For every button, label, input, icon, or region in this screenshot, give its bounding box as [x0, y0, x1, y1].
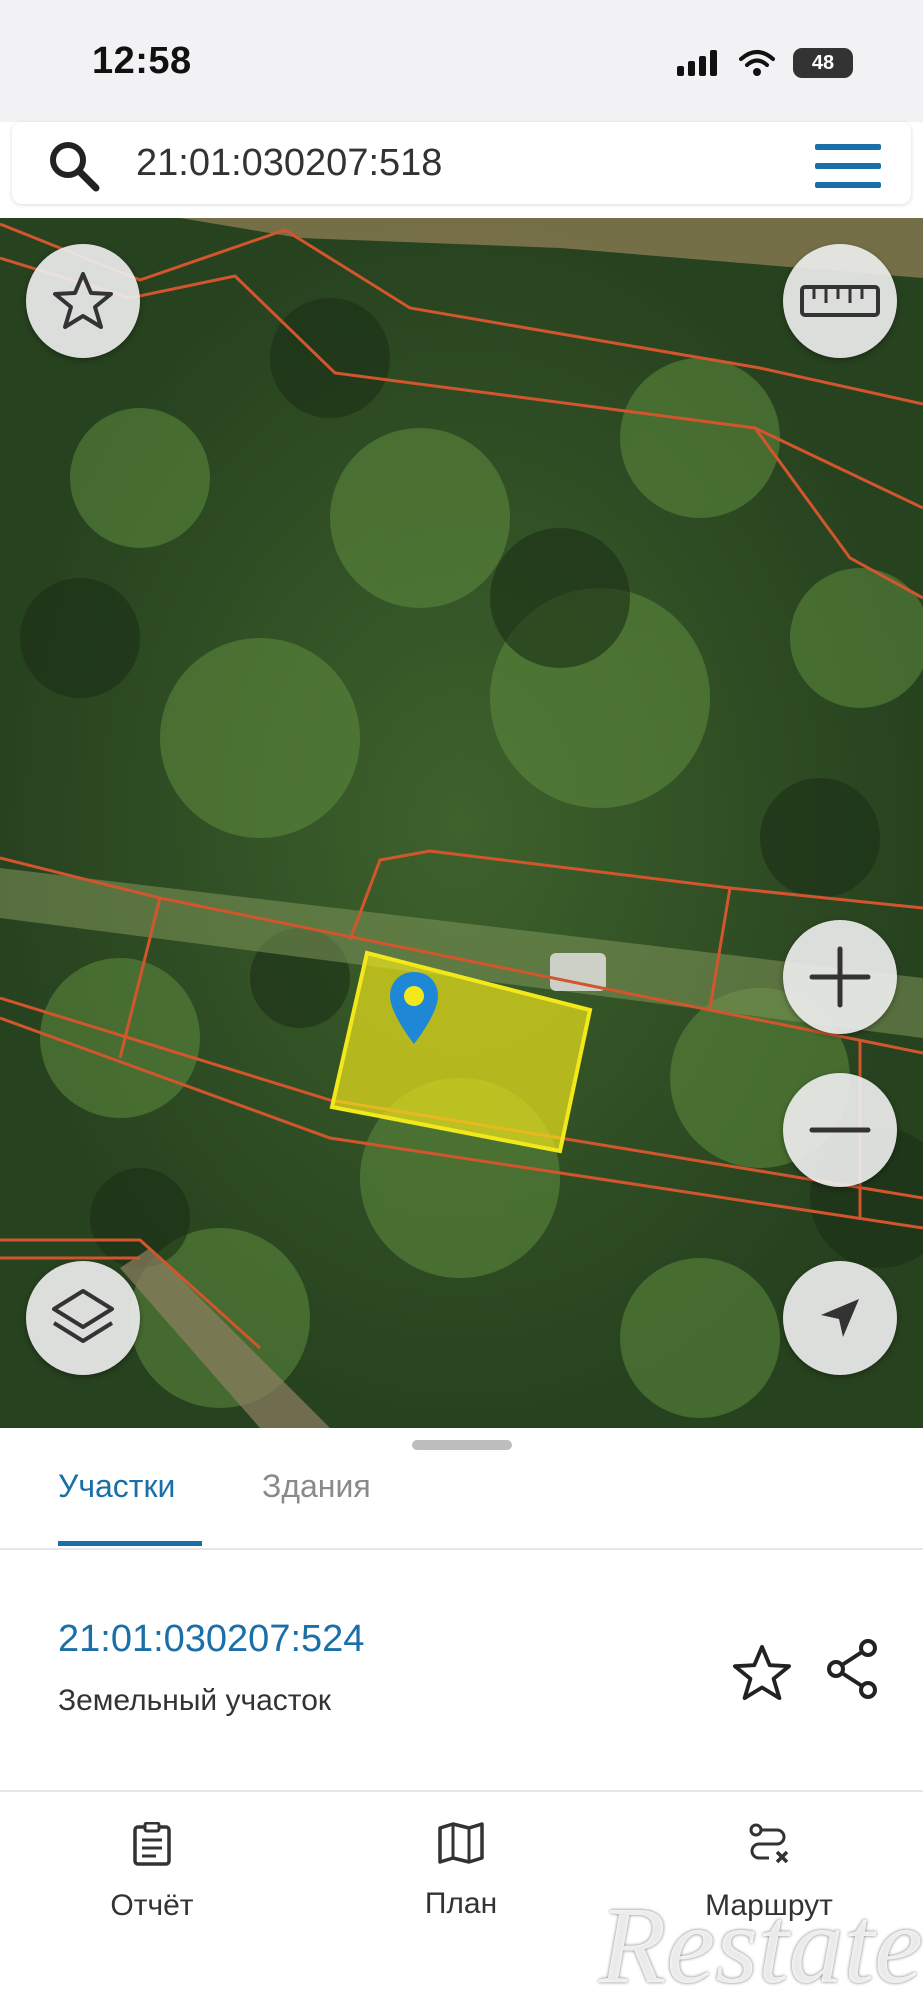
bottom-sheet: Участки Здания 21:01:030207:524 Земельны…	[0, 1428, 923, 1790]
map-icon	[438, 1822, 484, 1864]
navigation-arrow-icon	[821, 1299, 859, 1337]
minus-icon	[809, 1127, 871, 1133]
plus-icon	[809, 946, 871, 1008]
tab-parcels[interactable]: Участки	[58, 1468, 175, 1505]
favorite-button[interactable]	[26, 244, 140, 358]
nav-plan-label: План	[424, 1887, 498, 1920]
nav-plan[interactable]: План	[361, 1822, 561, 1921]
star-icon[interactable]	[732, 1643, 792, 1701]
layers-icon	[52, 1289, 114, 1343]
my-location-button[interactable]	[783, 1261, 897, 1375]
report-icon	[133, 1821, 171, 1866]
star-icon	[53, 272, 113, 329]
nav-report[interactable]: Отчёт	[52, 1821, 252, 1923]
search-input[interactable]: 21:01:030207:518	[136, 142, 442, 185]
parcel-id-link[interactable]: 21:01:030207:524	[58, 1618, 364, 1661]
search-icon[interactable]	[46, 138, 102, 194]
watermark-logo: Restate	[599, 1884, 923, 2006]
location-pin-icon[interactable]	[388, 970, 440, 1046]
nav-report-label: Отчёт	[110, 1889, 194, 1922]
route-icon	[749, 1823, 789, 1864]
active-tab-indicator	[58, 1541, 202, 1546]
menu-icon[interactable]	[815, 142, 881, 190]
tab-buildings[interactable]: Здания	[262, 1468, 371, 1505]
divider	[0, 1548, 923, 1550]
layers-button[interactable]	[26, 1261, 140, 1375]
measure-button[interactable]	[783, 244, 897, 358]
satellite-map[interactable]	[0, 218, 923, 1428]
ruler-icon	[800, 285, 880, 317]
zoom-out-button[interactable]	[783, 1073, 897, 1187]
wifi-icon	[739, 50, 775, 76]
signal-icon	[677, 50, 717, 76]
status-bar: 12:58 48	[0, 0, 923, 122]
battery-indicator: 48	[793, 48, 853, 78]
sheet-drag-handle[interactable]	[412, 1440, 512, 1450]
status-time: 12:58	[92, 40, 192, 82]
zoom-in-button[interactable]	[783, 920, 897, 1034]
search-bar[interactable]: 21:01:030207:518	[12, 122, 911, 204]
share-icon[interactable]	[824, 1638, 882, 1700]
satellite-imagery	[0, 218, 923, 1428]
parcel-type-label: Земельный участок	[58, 1684, 332, 1717]
status-icons: 48	[677, 48, 853, 78]
